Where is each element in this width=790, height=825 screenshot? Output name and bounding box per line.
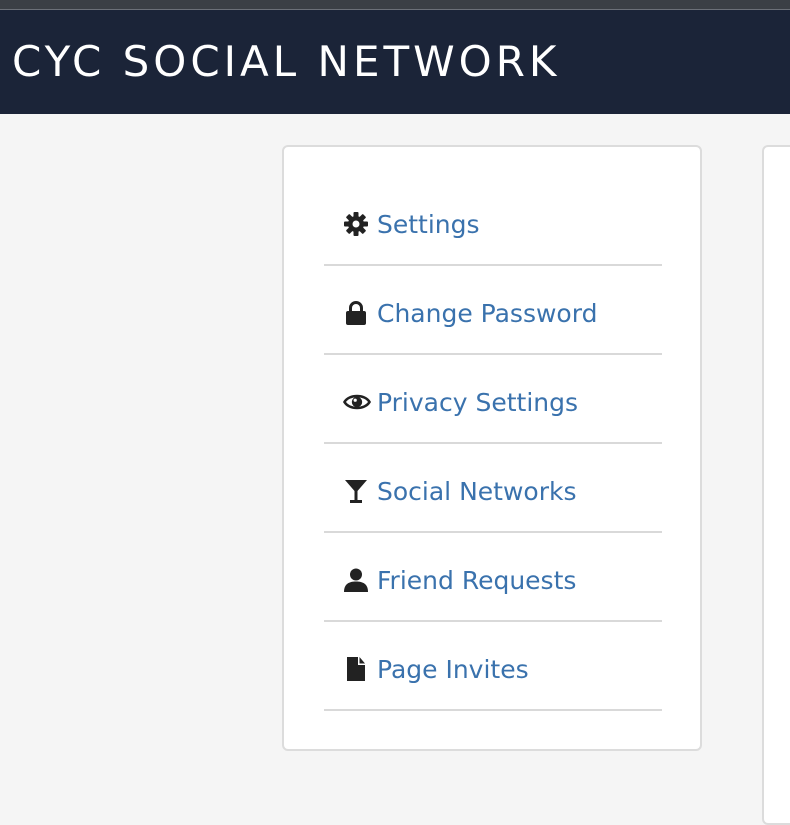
menu-item-label[interactable]: Friend Requests: [377, 565, 576, 597]
menu-item-social-networks[interactable]: Social Networks: [324, 444, 662, 533]
lock-icon: [343, 300, 369, 326]
menu-item-friend-requests[interactable]: Friend Requests: [324, 533, 662, 622]
menu-item-label[interactable]: Social Networks: [377, 476, 576, 508]
brand-title[interactable]: CYC SOCIAL NETWORK: [12, 38, 560, 86]
menu-item-label[interactable]: Settings: [377, 209, 480, 241]
menu-item-privacy-settings[interactable]: Privacy Settings: [324, 355, 662, 444]
menu-item-label[interactable]: Privacy Settings: [377, 387, 578, 419]
menu-item-change-password[interactable]: Change Password: [324, 266, 662, 355]
file-icon: [343, 656, 369, 682]
eye-icon: [343, 389, 371, 415]
glass-icon: [343, 478, 369, 504]
user-icon: [343, 567, 369, 593]
content-panel: [762, 145, 790, 825]
settings-menu: Settings Change Password Privacy Setting…: [324, 177, 662, 711]
menu-item-label[interactable]: Page Invites: [377, 654, 529, 686]
menu-item-settings[interactable]: Settings: [324, 177, 662, 266]
gear-icon: [343, 211, 369, 237]
settings-menu-panel: Settings Change Password Privacy Setting…: [282, 145, 702, 751]
menu-item-page-invites[interactable]: Page Invites: [324, 622, 662, 711]
browser-top-strip: [0, 0, 790, 10]
navbar: CYC SOCIAL NETWORK: [0, 10, 790, 114]
menu-item-label[interactable]: Change Password: [377, 298, 597, 330]
